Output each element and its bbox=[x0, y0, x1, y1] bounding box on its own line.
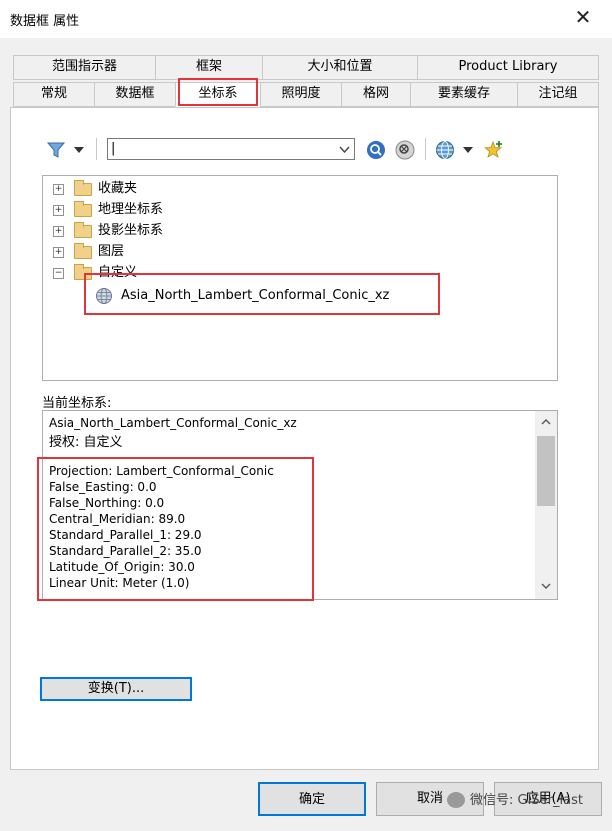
tree-item-label: 图层 bbox=[98, 244, 125, 259]
tree-item-geographic[interactable]: + 地理坐标系 bbox=[53, 200, 353, 220]
tree-item-projected[interactable]: + 投影坐标系 bbox=[53, 221, 353, 241]
tree-item-label: 收藏夹 bbox=[98, 181, 138, 196]
tree-item-label: 投影坐标系 bbox=[98, 223, 164, 238]
expand-icon[interactable]: + bbox=[53, 184, 64, 195]
tab-extent-indicator[interactable]: 范围指示器 bbox=[13, 55, 156, 80]
search-input[interactable]: | bbox=[107, 138, 355, 160]
folder-icon bbox=[74, 243, 92, 259]
transform-button[interactable]: 变换(T)... bbox=[40, 677, 192, 701]
tree-item-favorites[interactable]: + 收藏夹 bbox=[53, 179, 353, 199]
tree-item-layers[interactable]: + 图层 bbox=[53, 242, 353, 262]
cancel-button[interactable]: 取消 bbox=[376, 782, 484, 816]
highlight-custom-crs bbox=[84, 273, 440, 315]
scroll-down-icon[interactable] bbox=[541, 583, 551, 589]
tab-product-library[interactable]: Product Library bbox=[417, 55, 599, 80]
crs-authority: 授权: 自定义 bbox=[49, 435, 123, 450]
tab-annotation-groups[interactable]: 注记组 bbox=[517, 82, 599, 107]
tab-grid[interactable]: 格网 bbox=[341, 82, 411, 107]
folder-favorite-icon bbox=[74, 180, 92, 196]
folder-icon bbox=[74, 222, 92, 238]
clear-search-icon[interactable] bbox=[395, 140, 415, 160]
current-crs-label: 当前坐标系: bbox=[42, 396, 112, 411]
scrollbar-thumb[interactable] bbox=[537, 436, 555, 506]
watermark: 微信号: GISer_last bbox=[470, 793, 583, 808]
tab-data-frame[interactable]: 数据框 bbox=[94, 82, 176, 107]
wechat-icon bbox=[447, 792, 465, 808]
collapse-icon[interactable]: − bbox=[53, 268, 64, 279]
chevron-down-icon[interactable] bbox=[463, 147, 473, 153]
expand-icon[interactable]: + bbox=[53, 247, 64, 258]
tab-frame[interactable]: 框架 bbox=[155, 55, 263, 80]
expand-icon[interactable]: + bbox=[53, 205, 64, 216]
toolbar-divider bbox=[425, 138, 426, 160]
tab-general[interactable]: 常规 bbox=[13, 82, 95, 107]
search-icon[interactable] bbox=[366, 140, 386, 160]
crs-name: Asia_North_Lambert_Conformal_Conic_xz bbox=[49, 416, 297, 430]
expand-icon[interactable]: + bbox=[53, 226, 64, 237]
chevron-down-icon[interactable] bbox=[74, 147, 84, 153]
search-input-value: | bbox=[111, 141, 116, 156]
tab-feature-cache[interactable]: 要素缓存 bbox=[410, 82, 518, 107]
scroll-up-icon[interactable] bbox=[541, 419, 551, 425]
globe-icon[interactable] bbox=[435, 140, 455, 160]
folder-icon bbox=[74, 201, 92, 217]
title-bar: 数据框 属性 ✕ bbox=[0, 0, 612, 38]
tab-size-position[interactable]: 大小和位置 bbox=[262, 55, 418, 80]
ok-button[interactable]: 确定 bbox=[258, 782, 366, 816]
filter-icon[interactable] bbox=[46, 140, 66, 160]
highlight-projection-params bbox=[37, 457, 314, 601]
tab-illumination[interactable]: 照明度 bbox=[260, 82, 342, 107]
close-button[interactable]: ✕ bbox=[572, 6, 594, 28]
highlight-active-tab bbox=[178, 78, 258, 106]
add-favorite-icon[interactable] bbox=[484, 140, 504, 160]
toolbar-divider bbox=[96, 138, 97, 160]
tree-item-label: 地理坐标系 bbox=[98, 202, 164, 217]
details-scrollbar[interactable] bbox=[535, 411, 557, 599]
chevron-down-icon[interactable] bbox=[339, 146, 350, 153]
window-title: 数据框 属性 bbox=[10, 14, 80, 29]
